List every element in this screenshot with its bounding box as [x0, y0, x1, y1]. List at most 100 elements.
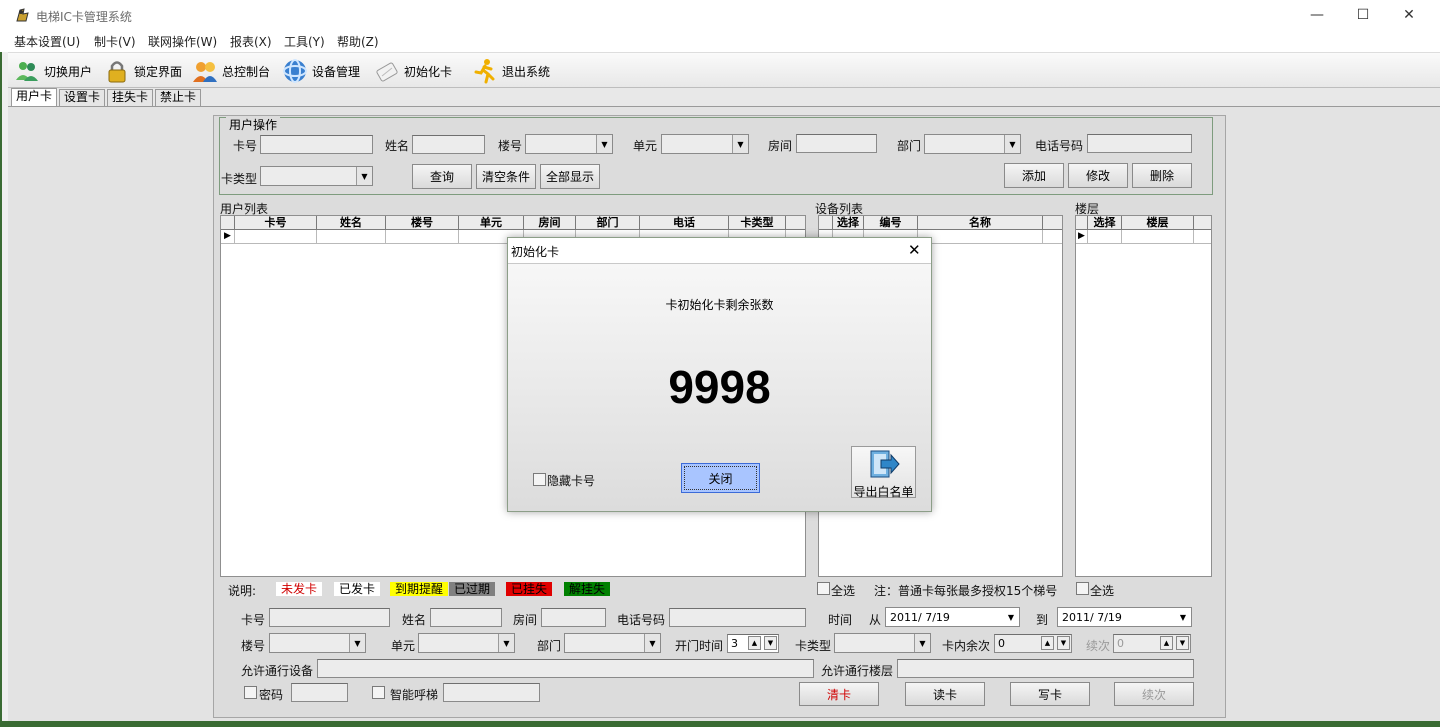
legend-expired: 已过期	[449, 582, 496, 596]
menu-network[interactable]: 联网操作(W)	[148, 33, 217, 50]
remaining-stepper[interactable]: 0 ▲ ▼	[994, 634, 1072, 653]
detail-unit-select[interactable]: ▼	[418, 633, 515, 653]
exit-system-button[interactable]: 退出系统	[472, 57, 550, 85]
detail-dept-select[interactable]: ▼	[564, 633, 661, 653]
renew-value: 0	[1117, 637, 1124, 650]
export-whitelist-button[interactable]: 导出白名单	[851, 446, 916, 499]
device-manage-button[interactable]: 设备管理	[282, 57, 360, 85]
app-icon	[14, 6, 32, 24]
name-input[interactable]	[412, 135, 485, 154]
detail-room-input[interactable]	[541, 608, 606, 627]
console-button[interactable]: 总控制台	[192, 57, 270, 85]
dialog-close-icon[interactable]: ✕	[908, 241, 921, 259]
menu-make-card[interactable]: 制卡(V)	[94, 33, 136, 50]
floor-select-all-checkbox[interactable]	[1076, 582, 1089, 595]
user-ops-title: 用户操作	[226, 116, 281, 133]
building-select[interactable]: ▼	[525, 134, 613, 154]
to-date-picker[interactable]: 2011/ 7/19 ▼	[1057, 607, 1192, 627]
add-button[interactable]: 添加	[1004, 163, 1064, 188]
col-building[interactable]: 楼号	[386, 216, 459, 229]
switch-user-button[interactable]: 切换用户	[14, 57, 92, 85]
console-icon	[192, 58, 218, 84]
close-window-button[interactable]: ✕	[1386, 0, 1432, 30]
dialog-close-button[interactable]: 关闭	[681, 463, 760, 493]
tab-user-card[interactable]: 用户卡	[11, 88, 58, 106]
card-init-icon	[374, 58, 400, 84]
modify-button[interactable]: 修改	[1068, 163, 1128, 188]
lock-screen-label: 锁定界面	[134, 64, 183, 79]
tab-banned-card[interactable]: 禁止卡	[155, 89, 202, 106]
open-time-stepper[interactable]: 3 ▲ ▼	[727, 634, 779, 653]
dept-select[interactable]: ▼	[924, 134, 1021, 154]
col-device-no[interactable]: 编号	[864, 216, 918, 229]
table-row[interactable]: ▶	[1076, 230, 1211, 244]
col-card-no[interactable]: 卡号	[235, 216, 317, 229]
detail-phone-input[interactable]	[669, 608, 806, 627]
col-room[interactable]: 房间	[524, 216, 576, 229]
exit-runner-icon	[472, 58, 498, 84]
unit-select[interactable]: ▼	[661, 134, 749, 154]
floor-list-grid[interactable]: 选择 楼层 ▶	[1075, 215, 1212, 577]
query-button[interactable]: 查询	[412, 164, 472, 189]
device-select-all-checkbox[interactable]	[817, 582, 830, 595]
write-card-button[interactable]: 写卡	[1010, 682, 1090, 706]
from-date-picker[interactable]: 2011/ 7/19 ▼	[885, 607, 1020, 627]
menu-basic-settings[interactable]: 基本设置(U)	[14, 33, 80, 50]
smart-call-input[interactable]	[443, 683, 540, 702]
allowed-devices-input[interactable]	[317, 659, 814, 678]
hide-card-no-checkbox[interactable]	[533, 473, 546, 486]
col-phone[interactable]: 电话	[640, 216, 729, 229]
menu-help[interactable]: 帮助(Z)	[337, 33, 379, 50]
card-type-select[interactable]: ▼	[260, 166, 373, 186]
detail-card-no-input[interactable]	[269, 608, 390, 627]
password-checkbox[interactable]	[244, 686, 257, 699]
open-time-label: 开门时间	[675, 639, 724, 653]
chevron-down-icon: ▼	[1004, 135, 1020, 153]
stepper-up-icon: ▲	[1160, 636, 1173, 650]
delete-button[interactable]: 删除	[1132, 163, 1192, 188]
detail-building-label: 楼号	[241, 639, 266, 653]
card-type-label: 卡类型	[221, 172, 258, 186]
legend-not-issued: 未发卡	[276, 582, 323, 596]
floor-list-header: 选择 楼层	[1076, 216, 1211, 230]
col-device-name[interactable]: 名称	[918, 216, 1043, 229]
stepper-up-icon[interactable]: ▲	[1041, 636, 1054, 650]
col-name[interactable]: 姓名	[317, 216, 386, 229]
row-pointer-icon: ▶	[221, 230, 235, 243]
stepper-up-icon[interactable]: ▲	[748, 636, 761, 650]
init-card-button[interactable]: 初始化卡	[374, 57, 452, 85]
renew-button: 续次	[1114, 682, 1194, 706]
menu-reports[interactable]: 报表(X)	[230, 33, 272, 50]
lock-screen-button[interactable]: 锁定界面	[104, 57, 182, 85]
col-card-type[interactable]: 卡类型	[729, 216, 786, 229]
from-label: 从	[869, 613, 882, 627]
tab-lost-card[interactable]: 挂失卡	[107, 89, 154, 106]
menu-tools[interactable]: 工具(Y)	[284, 33, 325, 50]
clear-conditions-button[interactable]: 清空条件	[476, 164, 536, 189]
show-all-button[interactable]: 全部显示	[540, 164, 600, 189]
card-no-input[interactable]	[260, 135, 373, 154]
phone-input[interactable]	[1087, 134, 1192, 153]
allowed-floors-input[interactable]	[897, 659, 1194, 678]
col-floor-select[interactable]: 选择	[1088, 216, 1122, 229]
bottom-border	[0, 721, 1440, 727]
col-dept[interactable]: 部门	[576, 216, 640, 229]
detail-name-input[interactable]	[430, 608, 502, 627]
detail-card-type-select[interactable]: ▼	[834, 633, 931, 653]
password-input[interactable]	[291, 683, 348, 702]
room-input[interactable]	[796, 134, 877, 153]
minimize-button[interactable]: —	[1294, 0, 1340, 30]
detail-building-select[interactable]: ▼	[269, 633, 366, 653]
col-floor[interactable]: 楼层	[1122, 216, 1194, 229]
clear-card-button[interactable]: 清卡	[799, 682, 879, 706]
stepper-down-icon[interactable]: ▼	[1057, 636, 1070, 650]
smart-call-checkbox[interactable]	[372, 686, 385, 699]
tab-setting-card[interactable]: 设置卡	[59, 89, 106, 106]
col-unit[interactable]: 单元	[459, 216, 524, 229]
stepper-down-icon[interactable]: ▼	[764, 636, 777, 650]
col-device-select[interactable]: 选择	[833, 216, 864, 229]
legend-lost: 已挂失	[506, 582, 553, 596]
legend-issued: 已发卡	[334, 582, 381, 596]
read-card-button[interactable]: 读卡	[905, 682, 985, 706]
maximize-button[interactable]: ☐	[1340, 0, 1386, 30]
